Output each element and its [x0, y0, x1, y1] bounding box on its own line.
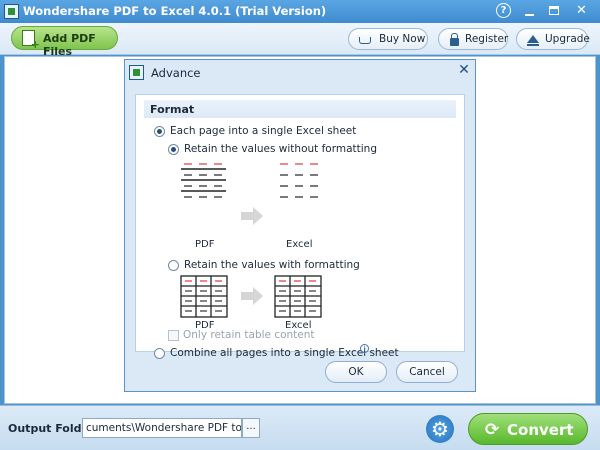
without-formatting-radio[interactable]	[168, 144, 179, 155]
refresh-icon: ⟳	[485, 420, 500, 440]
close-window-button[interactable]: ✕	[572, 1, 591, 20]
browse-button[interactable]: ...	[242, 418, 260, 438]
upgrade-arrow-icon	[527, 35, 539, 46]
add-pdf-files-label: Add PDF Files	[43, 32, 96, 58]
toolbar: Add PDF Files Buy Now Register Upgrade	[0, 23, 600, 58]
minimize-icon	[525, 13, 534, 16]
excel-label: Excel	[286, 239, 313, 250]
register-label: Register	[465, 33, 509, 45]
only-table-label: Only retain table content	[183, 329, 315, 341]
minimize-button[interactable]	[520, 1, 539, 20]
dialog-title-bar: Advance ✕	[125, 60, 475, 84]
pdf-label: PDF	[195, 239, 215, 250]
format-heading: Format	[144, 100, 456, 118]
bottom-bar: Output Folder: cuments\Wondershare PDF t…	[0, 405, 600, 450]
advance-dialog: Advance ✕ Format Each page into a single…	[124, 59, 476, 392]
settings-button[interactable]: ⚙	[426, 415, 454, 443]
dialog-close-button[interactable]: ✕	[455, 62, 473, 80]
add-file-icon	[22, 30, 40, 51]
ok-button[interactable]: OK	[325, 361, 387, 383]
maximize-icon	[548, 6, 559, 15]
close-icon: ✕	[458, 62, 470, 78]
with-formatting-label[interactable]: Retain the values with formatting	[184, 259, 360, 271]
help-button[interactable]: ?	[494, 1, 513, 20]
convert-label: Convert	[507, 421, 574, 439]
buy-now-label: Buy Now	[379, 33, 426, 45]
dialog-app-icon	[129, 65, 144, 80]
arrow-right-icon	[241, 207, 263, 225]
maximize-button[interactable]	[544, 1, 563, 20]
without-formatting-label[interactable]: Retain the values without formatting	[184, 143, 377, 155]
output-folder-field[interactable]: cuments\Wondershare PDF to Excel\	[82, 418, 242, 438]
help-icon: ?	[496, 3, 511, 18]
dialog-title: Advance	[151, 66, 201, 80]
each-page-label[interactable]: Each page into a single Excel sheet	[170, 125, 356, 137]
buy-now-button[interactable]: Buy Now	[348, 28, 428, 50]
pdf-plain-figure	[181, 163, 226, 198]
close-icon: ✕	[576, 3, 587, 18]
upgrade-label: Upgrade	[545, 33, 590, 45]
with-formatting-radio[interactable]	[168, 260, 179, 271]
convert-button[interactable]: ⟳ Convert	[468, 413, 588, 445]
cancel-button[interactable]: Cancel	[396, 361, 458, 383]
window-title: Wondershare PDF to Excel 4.0.1 (Trial Ve…	[23, 4, 327, 18]
title-bar: Wondershare PDF to Excel 4.0.1 (Trial Ve…	[0, 0, 600, 23]
combine-all-radio[interactable]	[154, 348, 165, 359]
gear-icon: ⚙	[431, 417, 449, 441]
app-logo-icon	[4, 4, 19, 19]
lock-icon	[450, 33, 459, 46]
pdf-grid-figure	[180, 275, 228, 318]
excel-grid-figure	[274, 275, 322, 318]
each-page-radio[interactable]	[154, 126, 165, 137]
excel-plain-figure	[280, 163, 318, 198]
only-table-checkbox[interactable]	[168, 330, 179, 341]
arrow-right-icon	[241, 287, 263, 305]
cart-icon	[359, 37, 371, 44]
info-icon[interactable]: i	[360, 344, 369, 353]
register-button[interactable]: Register	[438, 28, 508, 50]
add-pdf-files-button[interactable]: Add PDF Files	[11, 26, 118, 58]
upgrade-button[interactable]: Upgrade	[516, 28, 590, 50]
format-panel: Format Each page into a single Excel she…	[135, 94, 465, 359]
